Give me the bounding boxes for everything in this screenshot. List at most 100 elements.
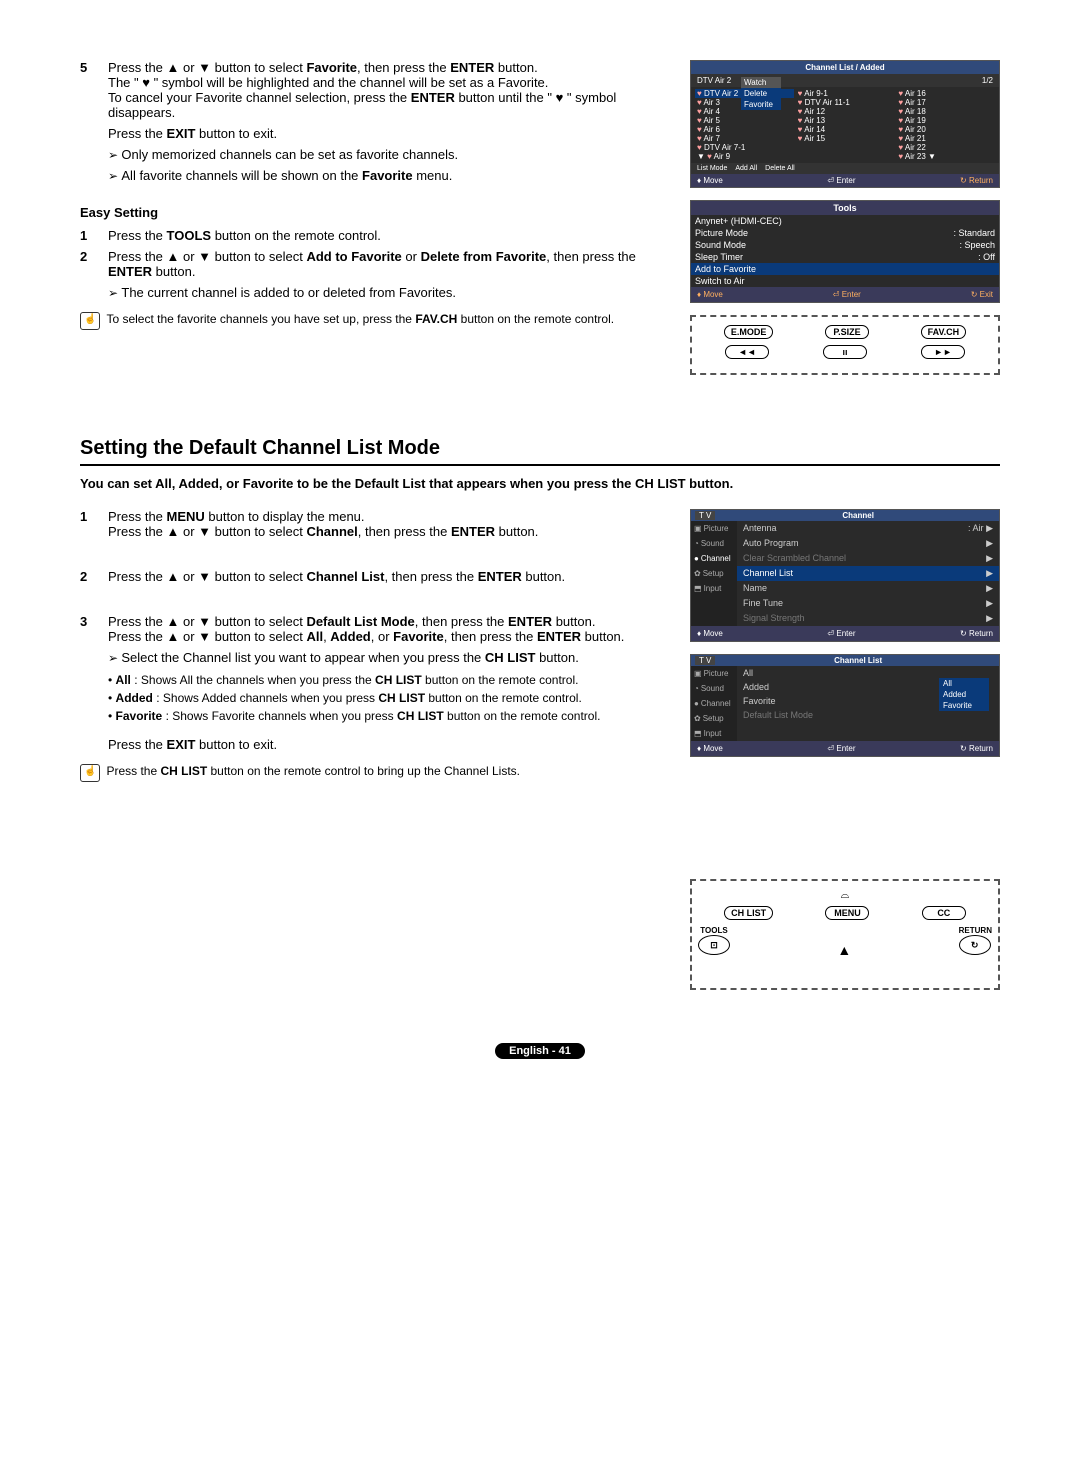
- popup-item[interactable]: Delete: [741, 88, 781, 99]
- channel-item[interactable]: ♥ Air 20: [896, 125, 995, 134]
- text: All favorite channels will be shown on t…: [121, 168, 362, 183]
- bold: FAV.CH: [415, 312, 457, 326]
- remote-button-tools[interactable]: ⊡: [698, 935, 730, 955]
- tools-item[interactable]: Switch to Air: [691, 275, 999, 287]
- tools-item[interactable]: Sleep Timer: Off: [691, 251, 999, 263]
- text: Air 19: [905, 116, 926, 125]
- remote-button-rew[interactable]: ◄◄: [725, 345, 769, 359]
- remote-button-ff[interactable]: ►►: [921, 345, 965, 359]
- menu-item[interactable]: Auto Program▶: [737, 536, 999, 551]
- text: , then press the: [415, 614, 508, 629]
- manual-page: 5 Press the ▲ or ▼ button to select Favo…: [0, 0, 1080, 1099]
- channel-item[interactable]: ♥ Air 7: [695, 134, 794, 143]
- step-text: Press the ▲ or ▼ button to select Favori…: [108, 60, 670, 120]
- channel-item[interactable]: ♥ Air 12: [796, 107, 895, 116]
- bold: CH LIST: [160, 764, 207, 778]
- menu-item-highlighted[interactable]: Channel List▶: [737, 566, 999, 581]
- tools-item[interactable]: Sound Mode: Speech: [691, 239, 999, 251]
- channel-item[interactable]: ♥ Air 15: [796, 134, 895, 143]
- text: Default List Mode: [743, 710, 813, 720]
- bold: EXIT: [167, 126, 196, 141]
- remote-button-favch[interactable]: FAV.CH: [921, 325, 967, 339]
- panel-subheader: DTV Air 2 1/2: [691, 74, 999, 87]
- menu-item[interactable]: Fine Tune▶: [737, 596, 999, 611]
- text: button on the remote control to bring up…: [207, 764, 520, 778]
- tools-item[interactable]: Picture Mode: Standard: [691, 227, 999, 239]
- text: Standard: [958, 228, 995, 238]
- channel-grid: ♥ DTV Air 2 ♥ Air 3 ♥ Air 4 ♥ Air 5 ♥ Ai…: [691, 87, 999, 163]
- remote-button-menu[interactable]: MENU: [825, 906, 869, 920]
- step-number: 5: [80, 60, 100, 120]
- channel-item[interactable]: ♥ Air 5: [695, 116, 794, 125]
- bold: MENU: [167, 509, 205, 524]
- channel-item[interactable]: ♥ DTV Air 7-1: [695, 143, 794, 152]
- sidebar-item-channel[interactable]: ● Channel: [691, 551, 737, 566]
- remote-dpad[interactable]: ▲: [814, 930, 874, 970]
- text: Move: [703, 176, 723, 185]
- sidebar-item-input[interactable]: ⬒ Input: [691, 726, 737, 741]
- text: Enter: [842, 290, 861, 299]
- text: Press the: [108, 737, 167, 752]
- menu-item[interactable]: Name▶: [737, 581, 999, 596]
- menu-item[interactable]: Antenna: Air ▶: [737, 521, 999, 536]
- tools-item-highlighted[interactable]: Add to Favorite: [691, 263, 999, 275]
- exit-line-2: Press the EXIT button to exit.: [108, 737, 670, 752]
- sidebar-item-picture[interactable]: ▣ Picture: [691, 666, 737, 681]
- text: button.: [152, 264, 195, 279]
- channel-item[interactable]: ▼ ♥ Air 9: [695, 152, 794, 161]
- remote-button-cc[interactable]: CC: [922, 906, 966, 920]
- channel-item[interactable]: ♥ Air 14: [796, 125, 895, 134]
- channel-item[interactable]: ♥ Air 21: [896, 134, 995, 143]
- channel-item[interactable]: ♥ Air 19: [896, 116, 995, 125]
- remote-button-psize[interactable]: P.SIZE: [825, 325, 869, 339]
- text: Name: [743, 583, 767, 594]
- text: Off: [983, 252, 995, 262]
- text: Air 6: [704, 125, 720, 134]
- channel-item[interactable]: ♥ Air 9-1: [796, 89, 895, 98]
- sidebar-item-picture[interactable]: ▣ Picture: [691, 521, 737, 536]
- sidebar-item-setup[interactable]: ✿ Setup: [691, 566, 737, 581]
- bold: Default List Mode: [306, 614, 414, 629]
- text: Air 13: [804, 116, 825, 125]
- channel-item[interactable]: ♥ Air 18: [896, 107, 995, 116]
- remote-button-return[interactable]: ↻: [959, 935, 991, 955]
- remote-button-emode[interactable]: E.MODE: [724, 325, 774, 339]
- dpad-up-icon: ▲: [837, 942, 851, 958]
- text: Channel List: [743, 568, 793, 579]
- header-tv: T V: [695, 511, 715, 520]
- dropdown-item[interactable]: All: [939, 678, 989, 689]
- popup-item[interactable]: Watch: [741, 77, 781, 88]
- sidebar-item-sound[interactable]: ◔ Sound: [691, 536, 737, 551]
- text: Clear Scrambled Channel: [743, 553, 846, 564]
- sidebar-item-setup[interactable]: ✿ Setup: [691, 711, 737, 726]
- channel-item[interactable]: ♥ Air 16: [896, 89, 995, 98]
- text: ↻ Return: [960, 744, 993, 753]
- text: Air 12: [804, 107, 825, 116]
- text: ♦ Move: [697, 290, 723, 299]
- text: Air 23: [905, 152, 926, 161]
- sidebar-item-channel[interactable]: ● Channel: [691, 696, 737, 711]
- sidebar-item-input[interactable]: ⬒ Input: [691, 581, 737, 596]
- channel-item[interactable]: ♥ Air 23 ▼: [896, 152, 995, 161]
- sidebar-item-sound[interactable]: ◔ Sound: [691, 681, 737, 696]
- channel-item[interactable]: ♥ Air 6: [695, 125, 794, 134]
- right-column-top: Channel List / Added DTV Air 2 1/2 ♥ DTV…: [690, 60, 1000, 387]
- remote-button-pause[interactable]: ıı: [823, 345, 867, 359]
- text: or: [402, 249, 421, 264]
- popup-item[interactable]: Favorite: [741, 99, 781, 110]
- dropdown-item[interactable]: Favorite: [939, 700, 989, 711]
- channel-item[interactable]: ♥ Air 22: [896, 143, 995, 152]
- step-text: Press the MENU button to display the men…: [108, 509, 670, 539]
- remote-button-chlist[interactable]: CH LIST: [724, 906, 773, 920]
- channel-item[interactable]: ♥ Air 17: [896, 98, 995, 107]
- text: Air 21: [905, 134, 926, 143]
- channel-item[interactable]: ♥ DTV Air 11-1: [796, 98, 895, 107]
- header-tv: T V: [695, 656, 715, 665]
- channel-item[interactable]: ♥ Air 13: [796, 116, 895, 125]
- bold: EXIT: [167, 737, 196, 752]
- text: Press the ▲ or ▼ button to select: [108, 569, 306, 584]
- text: To cancel your Favorite channel selectio…: [108, 90, 411, 105]
- text: DTV Air 2: [704, 89, 738, 98]
- dropdown-item[interactable]: Added: [939, 689, 989, 700]
- tools-item[interactable]: Anynet+ (HDMI-CEC): [691, 215, 999, 227]
